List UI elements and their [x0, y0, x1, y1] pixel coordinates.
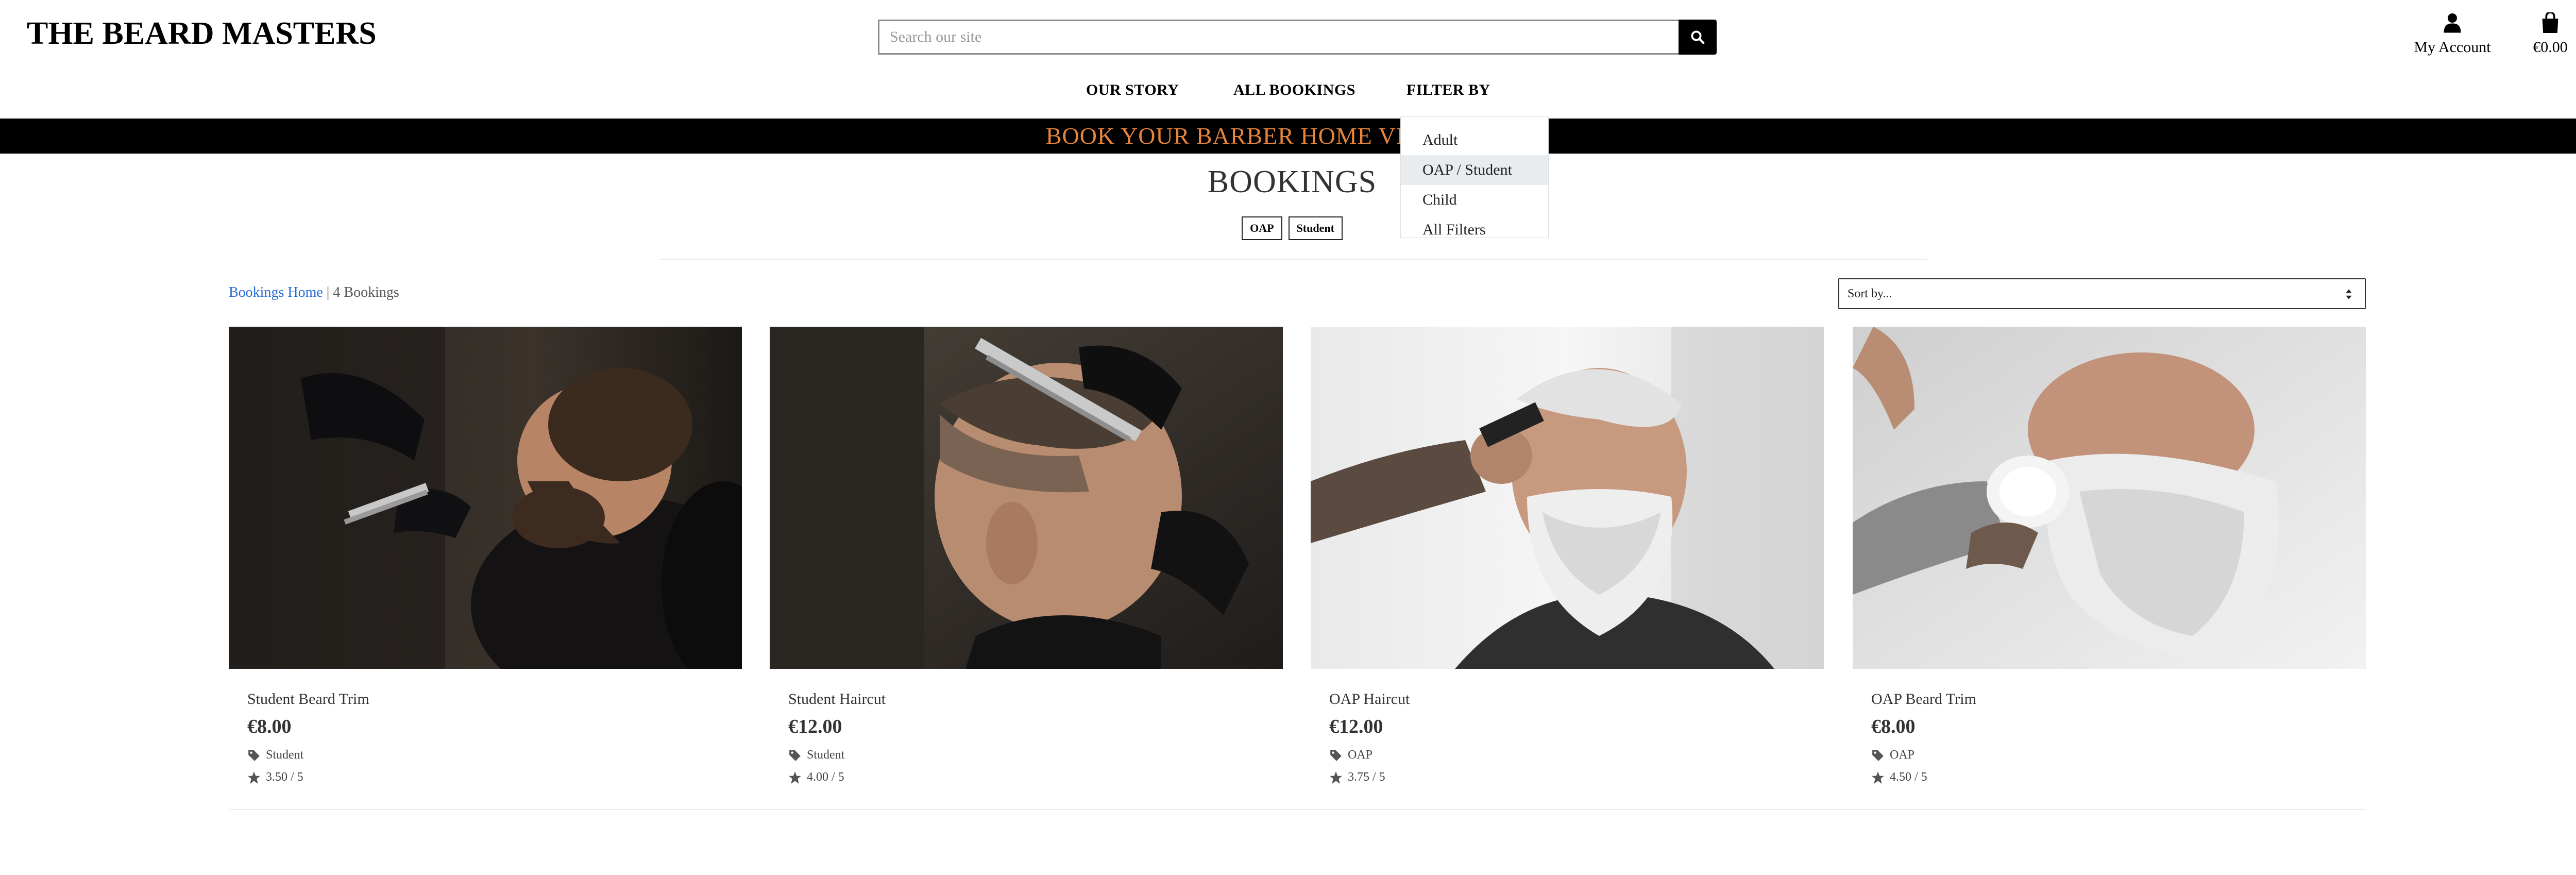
filter-child[interactable]: Child	[1401, 185, 1548, 215]
main-nav: OUR STORY ALL BOOKINGS FILTER BY	[0, 81, 2576, 104]
senior-beard-trim-image	[1853, 327, 2366, 669]
filter-adult[interactable]: Adult	[1401, 125, 1548, 155]
product-rating: 3.50 / 5	[247, 770, 742, 784]
tag-icon	[1872, 749, 1884, 761]
product-category[interactable]: OAP	[1329, 748, 1824, 762]
tag-chip-student[interactable]: Student	[1288, 216, 1343, 240]
shopping-bag-icon	[2542, 11, 2558, 33]
divider	[229, 809, 2366, 810]
product-grid: Student Beard Trim €8.00 Student 3.50 / …	[229, 327, 2366, 790]
product-rating-value: 3.50 / 5	[266, 770, 303, 784]
promo-banner: BOOK YOUR BARBER HOME VISIT TODAY!	[0, 119, 2576, 154]
product-rating: 4.00 / 5	[788, 770, 1283, 784]
product-rating: 4.50 / 5	[1871, 770, 2366, 784]
search-input[interactable]	[878, 20, 1679, 55]
breadcrumb: Bookings Home | 4 Bookings	[229, 284, 399, 301]
bookings-home-link[interactable]: Bookings Home	[229, 284, 323, 300]
bag-total: €0.00	[2533, 39, 2568, 56]
tag-chip-oap[interactable]: OAP	[1242, 216, 1282, 240]
barber-haircut-image	[770, 327, 1283, 669]
search-button[interactable]	[1679, 20, 1717, 55]
my-account-link[interactable]: My Account	[2411, 12, 2494, 56]
product-price: €12.00	[1329, 716, 1383, 737]
bookings-count: 4 Bookings	[333, 284, 399, 300]
star-icon	[248, 771, 260, 784]
nav-all-bookings[interactable]: ALL BOOKINGS	[1233, 81, 1355, 99]
product-rating-value: 4.50 / 5	[1890, 770, 1927, 784]
product-image[interactable]	[1853, 327, 2366, 669]
search-form	[878, 20, 1717, 55]
barber-trimming-beard-image	[229, 327, 742, 669]
product-card-body: Student Beard Trim €8.00 Student 3.50 / …	[229, 669, 742, 784]
product-category[interactable]: OAP	[1871, 748, 2366, 762]
product-card[interactable]: OAP Beard Trim €8.00 OAP 4.50 / 5	[1853, 327, 2366, 784]
product-title[interactable]: Student Beard Trim	[247, 691, 742, 708]
page-title: BOOKINGS	[1207, 164, 1377, 199]
product-category-label: Student	[266, 748, 304, 762]
sort-arrows-icon	[2346, 289, 2352, 299]
active-filter-tags: OAP Student	[0, 216, 2576, 240]
sort-select[interactable]: Sort by...	[1838, 278, 2366, 309]
user-icon	[2444, 13, 2461, 33]
product-rating: 3.75 / 5	[1329, 770, 1824, 784]
product-category[interactable]: Student	[247, 748, 742, 762]
filter-dropdown-menu: Adult OAP / Student Child All Filters	[1400, 116, 1549, 238]
sort-label: Sort by...	[1848, 287, 1892, 300]
product-title[interactable]: OAP Beard Trim	[1871, 691, 2366, 708]
product-image[interactable]	[229, 327, 742, 669]
tag-icon	[1330, 749, 1342, 761]
product-price: €8.00	[1871, 716, 1916, 737]
tag-icon	[248, 749, 260, 761]
nav-our-story[interactable]: OUR STORY	[1086, 81, 1179, 99]
filter-all[interactable]: All Filters	[1401, 215, 1548, 245]
star-icon	[1872, 771, 1884, 784]
product-title[interactable]: Student Haircut	[788, 691, 1283, 708]
product-category-label: OAP	[1890, 748, 1915, 762]
product-card-body: OAP Haircut €12.00 OAP 3.75 / 5	[1311, 669, 1824, 784]
senior-haircut-image	[1311, 327, 1824, 669]
product-price: €12.00	[788, 716, 842, 737]
product-category-label: OAP	[1348, 748, 1373, 762]
product-image[interactable]	[770, 327, 1283, 669]
filter-oap-student[interactable]: OAP / Student	[1401, 155, 1548, 185]
star-icon	[789, 771, 801, 784]
product-image[interactable]	[1311, 327, 1824, 669]
tag-icon	[789, 749, 801, 761]
product-card[interactable]: OAP Haircut €12.00 OAP 3.75 / 5	[1311, 327, 1824, 784]
shopping-bag-link[interactable]: €0.00	[2524, 11, 2576, 56]
product-card[interactable]: Student Beard Trim €8.00 Student 3.50 / …	[229, 327, 742, 784]
divider	[659, 259, 1927, 260]
product-card-body: OAP Beard Trim €8.00 OAP 4.50 / 5	[1853, 669, 2366, 784]
search-icon	[1691, 30, 1705, 44]
breadcrumb-separator: |	[323, 284, 333, 300]
nav-filter-by[interactable]: FILTER BY	[1406, 81, 1490, 99]
product-price: €8.00	[247, 716, 292, 737]
site-logo[interactable]: THE BEARD MASTERS	[27, 15, 377, 52]
product-category[interactable]: Student	[788, 748, 1283, 762]
product-card[interactable]: Student Haircut €12.00 Student 4.00 / 5	[770, 327, 1283, 784]
product-category-label: Student	[807, 748, 845, 762]
star-icon	[1330, 771, 1342, 784]
product-title[interactable]: OAP Haircut	[1329, 691, 1824, 708]
product-rating-value: 4.00 / 5	[807, 770, 844, 784]
account-label: My Account	[2414, 39, 2491, 56]
product-card-body: Student Haircut €12.00 Student 4.00 / 5	[770, 669, 1283, 784]
product-rating-value: 3.75 / 5	[1348, 770, 1385, 784]
